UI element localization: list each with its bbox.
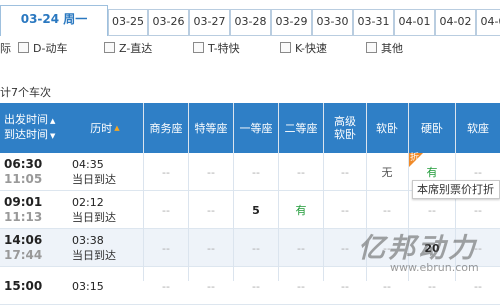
checkbox-icon[interactable] (280, 42, 291, 53)
discount-tag-label: 折 (410, 153, 420, 163)
seat-cell: -- (252, 241, 260, 255)
col-premium: 特等座 (194, 121, 228, 135)
time-cell: 14:06 17:44 (4, 233, 43, 262)
time-cell: 06:30 11:05 (4, 157, 43, 186)
col-soft-sleeper: 软卧 (376, 121, 398, 135)
seat-cell: -- (252, 165, 260, 179)
filter-k-train[interactable]: K-快速 (280, 42, 327, 56)
seat-cell: -- (297, 165, 305, 179)
time-cell: 15:00 (4, 278, 43, 293)
seat-cell: -- (207, 279, 215, 293)
seat-cell: 无 (381, 166, 393, 179)
seat-cell: -- (252, 279, 260, 293)
seat-cell: -- (162, 165, 170, 179)
col-soft-seat: 软座 (467, 121, 489, 135)
watermark-url: www.ebrun.com (390, 261, 479, 274)
col-dep-arr-time[interactable]: 出发时间 ▲ 到达时间 ▼ (4, 103, 66, 153)
column-divider (143, 103, 144, 281)
sort-icon[interactable]: ▲ (50, 117, 55, 125)
column-divider (323, 103, 324, 281)
seat-cell: -- (207, 165, 215, 179)
col-duration[interactable]: 历时 ▲ (72, 103, 138, 153)
column-divider (278, 103, 279, 281)
checkbox-icon[interactable] (18, 42, 29, 53)
col-deluxe-soft-sleeper: 高级 软卧 (334, 115, 356, 141)
filter-d-train[interactable]: D-动车 (18, 42, 67, 56)
seat-cell[interactable]: 有 (279, 191, 323, 229)
seat-cell: -- (162, 203, 170, 217)
discount-tooltip: 本席别票价打折 (412, 180, 500, 199)
duration-cell: 03:38 当日到达 (72, 234, 116, 262)
watermark-logo: 亿邦动力 (358, 233, 478, 264)
tab-03-28[interactable]: 03-28 (230, 9, 271, 35)
seat-cell: -- (207, 203, 215, 217)
seat-cell: -- (383, 203, 391, 217)
tab-03-26[interactable]: 03-26 (148, 9, 189, 35)
seat-cell[interactable]: 5 (234, 191, 278, 229)
checkbox-icon[interactable] (366, 42, 377, 53)
col-hard-sleeper: 硬卧 (421, 121, 443, 135)
seat-cell: -- (162, 279, 170, 293)
tab-03-25[interactable]: 03-25 (108, 9, 148, 35)
seat-cell: -- (341, 203, 349, 217)
date-tabs: 03-24 周一 03-25 03-26 03-27 03-28 03-29 0… (0, 0, 500, 36)
tab-03-27[interactable]: 03-27 (189, 9, 230, 35)
duration-cell: 03:15 (72, 279, 104, 293)
seat-cell: -- (341, 165, 349, 179)
train-type-filters: 际 D-动车 Z-直达 T-特快 K-快速 其他 (0, 36, 500, 62)
filter-z-train[interactable]: Z-直达 (104, 42, 152, 56)
seat-cell: -- (297, 241, 305, 255)
column-divider (188, 103, 189, 281)
column-divider (233, 103, 234, 281)
train-count-summary: 计7个车次 (0, 86, 51, 99)
seat-cell: -- (162, 241, 170, 255)
col-second-class: 二等座 (284, 121, 318, 135)
duration-cell: 04:35 当日到达 (72, 158, 116, 186)
filter-partial-label: 际 (0, 42, 11, 55)
time-cell: 09:01 11:13 (4, 195, 43, 224)
checkbox-icon[interactable] (104, 42, 115, 53)
duration-cell: 02:12 当日到达 (72, 196, 116, 224)
sort-asc-icon[interactable]: ▲ (114, 122, 119, 135)
tab-03-24[interactable]: 03-24 周一 (0, 5, 108, 36)
col-business: 商务座 (149, 121, 183, 135)
tab-04-01[interactable]: 04-01 (394, 9, 435, 35)
tab-04-03[interactable]: 04-03 (476, 9, 500, 35)
filter-other[interactable]: 其他 (366, 42, 403, 56)
sort-icon[interactable]: ▼ (50, 132, 55, 140)
col-first-class: 一等座 (239, 121, 273, 135)
tab-03-30[interactable]: 03-30 (312, 9, 353, 35)
tab-03-29[interactable]: 03-29 (271, 9, 312, 35)
checkbox-icon[interactable] (193, 42, 204, 53)
seat-cell: -- (207, 241, 215, 255)
seat-cell: -- (341, 279, 349, 293)
tab-03-31[interactable]: 03-31 (353, 9, 394, 35)
seat-cell: -- (297, 279, 305, 293)
tab-04-02[interactable]: 04-02 (435, 9, 476, 35)
filter-t-train[interactable]: T-特快 (193, 42, 240, 56)
table-header: 出发时间 ▲ 到达时间 ▼ 历时 ▲ 商务座 特等座 一等座 二等座 高级 软卧 软卧 … (0, 103, 500, 153)
